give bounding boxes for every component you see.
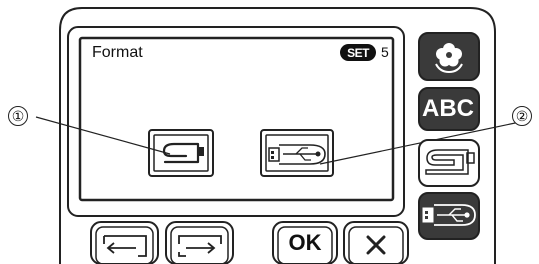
cancel-button[interactable] [343,221,409,264]
next-page-button[interactable] [165,221,234,264]
lcd-screen [78,36,395,202]
usb-memory-button[interactable] [260,129,334,177]
callout-1: ① [8,106,28,126]
internal-memory-button[interactable] [148,129,214,177]
callout-2: ② [512,106,532,126]
set-badge: SET [340,44,376,61]
usb-side-button[interactable] [418,192,480,240]
abc-label: ABC [422,95,474,122]
set-number: 5 [381,44,389,60]
embroidery-mode-button[interactable] [418,32,480,81]
previous-page-button[interactable] [90,221,159,264]
ok-label: OK [288,230,322,255]
machine-memory-side-button[interactable] [418,139,480,187]
device-panel [35,7,521,264]
screen-title: Format [92,44,143,61]
